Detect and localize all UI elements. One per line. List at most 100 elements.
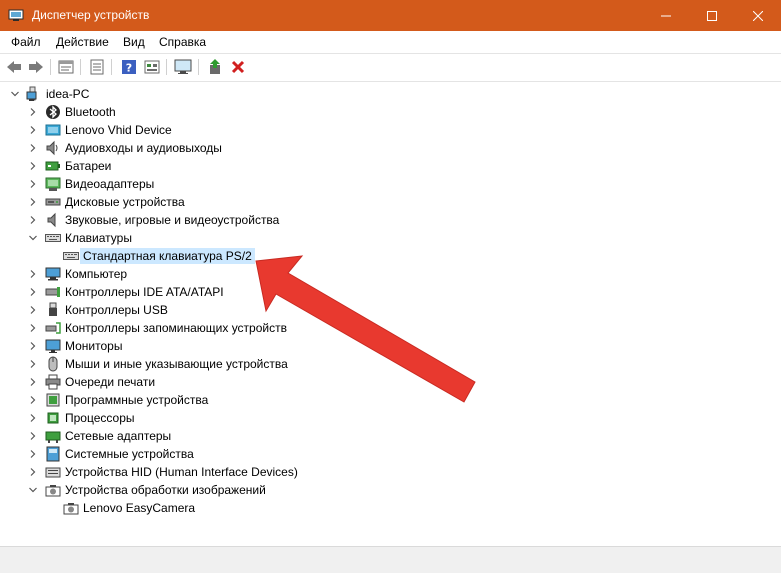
tree-item-label: Сетевые адаптеры (65, 429, 172, 443)
tree-category-item[interactable]: Устройства HID (Human Interface Devices) (30, 463, 298, 481)
help-button[interactable]: ? (120, 58, 138, 76)
device-tree[interactable]: idea-PC Bluetooth Lenovo Vhid Device Аудио… (0, 82, 781, 545)
tree-category-item[interactable]: Мониторы (30, 337, 123, 355)
toolbar-separator (50, 59, 51, 75)
tree-category-item[interactable]: Процессоры (30, 409, 135, 427)
update-driver-button[interactable] (206, 58, 224, 76)
tree-category-item[interactable]: Видеоадаптеры (30, 175, 155, 193)
list-icon (90, 59, 104, 75)
device-icon (45, 122, 61, 138)
tree-category-item[interactable]: Аудиовходы и аудиовыходы (30, 139, 222, 157)
tree-category-item[interactable]: Контроллеры запоминающих устройств (30, 319, 287, 337)
tree-item-label: Аудиовходы и аудиовыходы (65, 141, 222, 155)
tree-category-item[interactable]: Мыши и иные указывающие устройства (30, 355, 288, 373)
expand-icon[interactable] (28, 269, 38, 279)
tree-item-label: Звуковые, игровые и видеоустройства (65, 213, 280, 227)
keyboard-icon (45, 230, 61, 246)
expand-icon[interactable] (28, 143, 38, 153)
hid-icon (45, 464, 61, 480)
battery-icon (45, 158, 61, 174)
tree-category-item[interactable]: Сетевые адаптеры (30, 427, 172, 445)
expand-icon[interactable] (28, 197, 38, 207)
expand-icon[interactable] (28, 287, 38, 297)
tree-device-item[interactable]: Стандартная клавиатура PS/2 (63, 247, 255, 265)
tree-category-item[interactable]: Устройства обработки изображений (29, 481, 266, 499)
processor-icon (45, 410, 61, 426)
expand-icon[interactable] (28, 179, 38, 189)
tree-item-label: Контроллеры USB (65, 303, 168, 317)
tree-item-label: Программные устройства (65, 393, 209, 407)
tree-item-label: Клавиатуры (65, 231, 132, 245)
menu-help[interactable]: Справка (159, 35, 206, 49)
maximize-icon (707, 10, 717, 21)
tree-category-item[interactable]: Программные устройства (30, 391, 209, 409)
printer-icon (45, 374, 61, 390)
expand-icon[interactable] (28, 107, 38, 117)
expand-icon[interactable] (28, 377, 38, 387)
menu-view[interactable]: Вид (123, 35, 145, 49)
tree-item-label: Видеоадаптеры (65, 177, 155, 191)
collapse-icon[interactable] (10, 89, 20, 99)
forward-button[interactable] (27, 58, 45, 76)
expand-icon[interactable] (28, 359, 38, 369)
uninstall-device-button[interactable] (229, 58, 247, 76)
toolbar-separator (166, 59, 167, 75)
window-title: Диспетчер устройств (32, 8, 150, 22)
tree-category-item[interactable]: Клавиатуры (29, 229, 132, 247)
tree-item-label: Мониторы (65, 339, 123, 353)
title-bar[interactable]: Диспетчер устройств (0, 0, 781, 31)
tree-category-item[interactable]: Контроллеры IDE ATA/ATAPI (30, 283, 224, 301)
menu-action[interactable]: Действие (56, 35, 109, 49)
back-button[interactable] (5, 58, 23, 76)
maximize-button[interactable] (689, 0, 735, 31)
expand-icon[interactable] (28, 215, 38, 225)
tree-category-item[interactable]: Bluetooth (30, 103, 116, 121)
mouse-icon (45, 356, 61, 372)
update-list-button[interactable] (88, 58, 106, 76)
minimize-button[interactable] (643, 0, 689, 31)
expand-icon[interactable] (28, 449, 38, 459)
computer-icon (45, 266, 61, 282)
tree-category-item[interactable]: Lenovo Vhid Device (30, 121, 172, 139)
tree-category-item[interactable]: Звуковые, игровые и видеоустройства (30, 211, 280, 229)
tree-root-label: idea-PC (46, 87, 90, 101)
tree-device-item[interactable]: Lenovo EasyCamera (63, 499, 195, 517)
menu-file[interactable]: Файл (11, 35, 41, 49)
tree-item-label: Очереди печати (65, 375, 156, 389)
camera-icon (63, 500, 79, 516)
expand-icon[interactable] (28, 125, 38, 135)
expand-icon[interactable] (28, 323, 38, 333)
toolbar-separator (111, 59, 112, 75)
collapse-icon[interactable] (28, 485, 38, 495)
expand-icon[interactable] (28, 413, 38, 423)
tree-category-item[interactable]: Системные устройства (30, 445, 194, 463)
view-icon (144, 60, 160, 74)
scan-hardware-button[interactable] (174, 58, 192, 76)
show-hidden-button[interactable] (143, 58, 161, 76)
tree-category-item[interactable]: Батареи (30, 157, 111, 175)
expand-icon[interactable] (28, 161, 38, 171)
expand-icon[interactable] (28, 395, 38, 405)
properties-button[interactable] (57, 58, 75, 76)
tree-item-label: Системные устройства (65, 447, 194, 461)
tree-category-item[interactable]: Очереди печати (30, 373, 156, 391)
network-adapter-icon (45, 428, 61, 444)
update-driver-icon (210, 59, 220, 74)
expand-icon[interactable] (28, 305, 38, 315)
collapse-icon[interactable] (28, 233, 38, 243)
toolbar: ? (0, 53, 781, 82)
tree-item-label: Дисковые устройства (65, 195, 185, 209)
red-x-icon (231, 60, 245, 74)
svg-text:?: ? (126, 62, 132, 75)
close-button[interactable] (735, 0, 781, 31)
tree-category-item[interactable]: Дисковые устройства (30, 193, 185, 211)
expand-icon[interactable] (28, 341, 38, 351)
toolbar-separator (198, 59, 199, 75)
tree-item-label: Контроллеры IDE ATA/ATAPI (65, 285, 224, 299)
tree-category-item[interactable]: Компьютер (30, 265, 127, 283)
expand-icon[interactable] (28, 467, 38, 477)
tree-category-item[interactable]: Контроллеры USB (30, 301, 168, 319)
tree-root[interactable]: idea-PC (10, 85, 89, 103)
expand-icon[interactable] (28, 431, 38, 441)
status-bar (0, 546, 781, 573)
